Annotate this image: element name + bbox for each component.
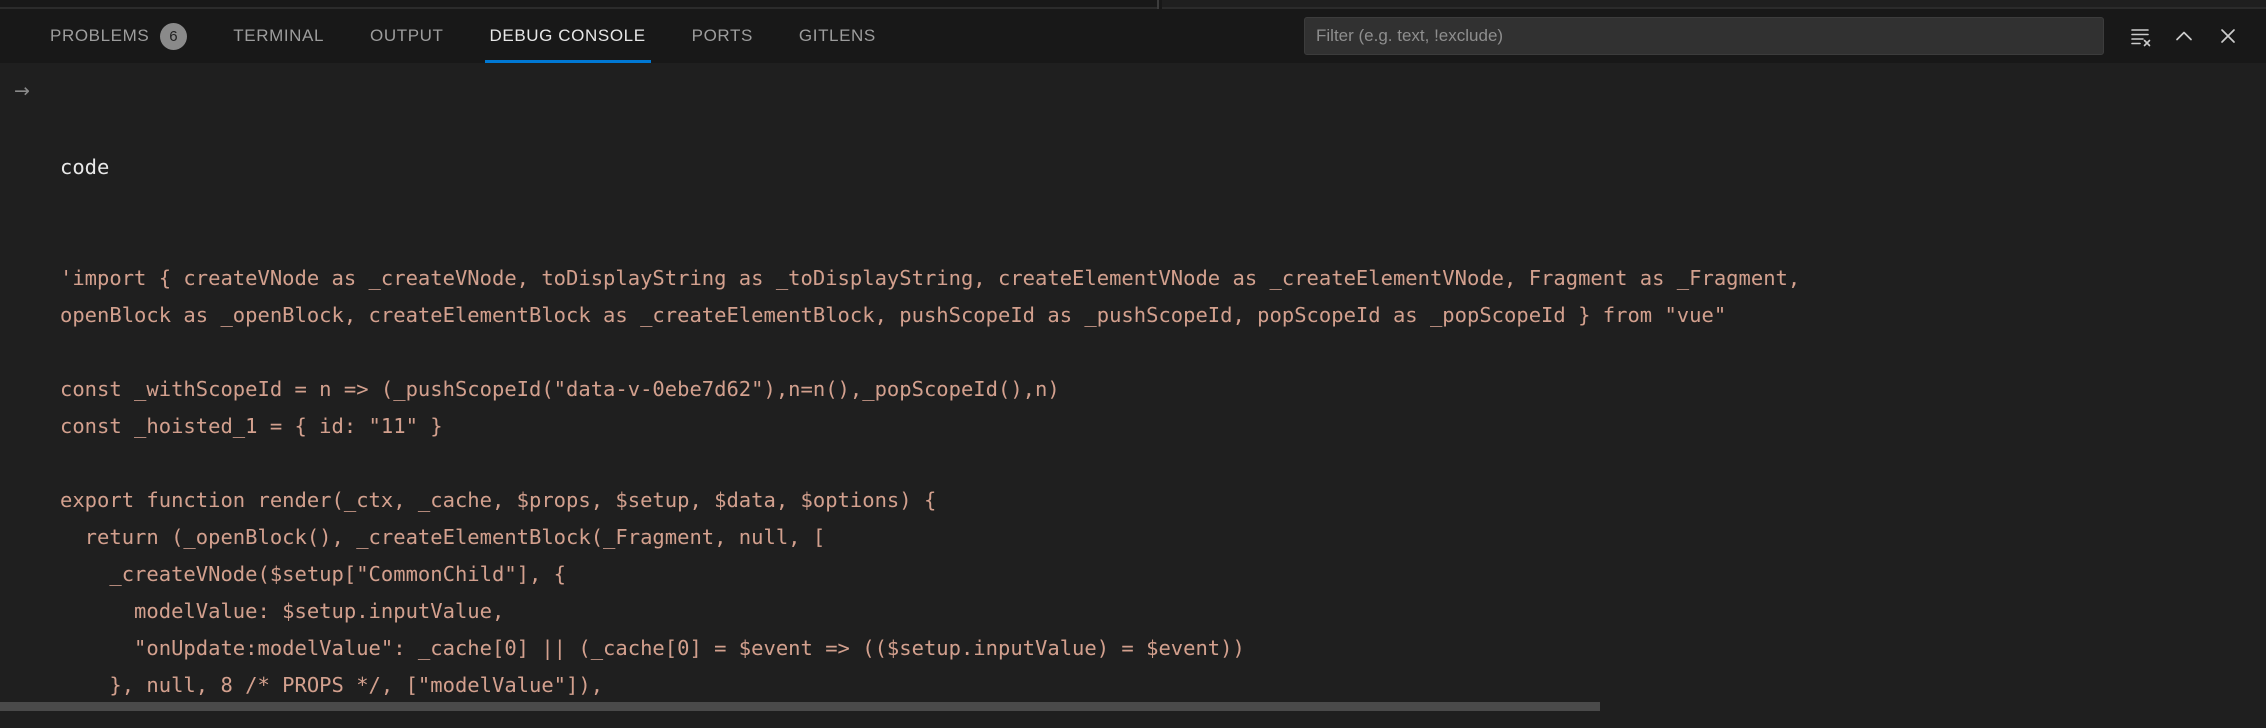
code-line: openBlock as _openBlock, createElementBl… bbox=[60, 297, 2266, 334]
panel-tab-output[interactable]: OUTPUT bbox=[354, 9, 459, 63]
code-line: const _hoisted_1 = { id: "11" } bbox=[60, 408, 2266, 445]
panel-tab-label: PROBLEMS bbox=[50, 26, 149, 46]
filter-box[interactable] bbox=[1304, 17, 2104, 55]
console-output-text: code 'import { createVNode as _createVNo… bbox=[60, 75, 2266, 714]
chevron-up-icon[interactable] bbox=[2162, 16, 2206, 56]
console-entry-arrow-icon: → bbox=[14, 82, 30, 101]
debug-console-panel: PROBLEMS 6 TERMINAL OUTPUT DEBUG CONSOLE PORT… bbox=[0, 0, 2266, 728]
panel-tab-label: GITLENS bbox=[799, 26, 876, 46]
panel-tab-ports[interactable]: PORTS bbox=[676, 9, 769, 63]
panel-tab-terminal[interactable]: TERMINAL bbox=[217, 9, 340, 63]
code-line: const _withScopeId = n => (_pushScopeId(… bbox=[60, 371, 2266, 408]
clear-console-icon[interactable] bbox=[2118, 16, 2162, 56]
code-line-blank bbox=[60, 445, 2266, 482]
filter-input[interactable] bbox=[1316, 18, 2092, 54]
panel-actions bbox=[1304, 9, 2266, 63]
code-line: return (_openBlock(), _createElementBloc… bbox=[60, 519, 2266, 556]
code-line: export function render(_ctx, _cache, $pr… bbox=[60, 482, 2266, 519]
console-output-area[interactable]: → code 'import { createVNode as _createV… bbox=[0, 63, 2266, 714]
panel-tab-label: TERMINAL bbox=[233, 26, 324, 46]
code-line: "onUpdate:modelValue": _cache[0] || (_ca… bbox=[60, 630, 2266, 667]
panel-tab-label: PORTS bbox=[692, 26, 753, 46]
editor-split-divider bbox=[1157, 0, 1159, 9]
problems-count-badge: 6 bbox=[160, 23, 187, 50]
panel-tab-problems[interactable]: PROBLEMS 6 bbox=[34, 9, 203, 63]
panel-bottom-edge bbox=[0, 711, 2266, 714]
code-line: 'import { createVNode as _createVNode, t… bbox=[60, 260, 2266, 297]
panel-tab-gitlens[interactable]: GITLENS bbox=[783, 9, 892, 63]
code-line: }, null, 8 /* PROPS */, ["modelValue"]), bbox=[60, 667, 2266, 704]
panel-tab-debug-console[interactable]: DEBUG CONSOLE bbox=[474, 9, 662, 63]
panel-tabs: PROBLEMS 6 TERMINAL OUTPUT DEBUG CONSOLE PORT… bbox=[0, 9, 906, 63]
close-icon[interactable] bbox=[2206, 16, 2250, 56]
panel-tab-label: DEBUG CONSOLE bbox=[490, 26, 646, 46]
code-line: modelValue: $setup.inputValue, bbox=[60, 593, 2266, 630]
code-line: _createVNode($setup["CommonChild"], { bbox=[60, 556, 2266, 593]
code-line-blank bbox=[60, 334, 2266, 371]
editor-bottom-edge bbox=[0, 0, 2266, 9]
console-output-label: code bbox=[60, 149, 2266, 186]
panel-tab-label: OUTPUT bbox=[370, 26, 443, 46]
